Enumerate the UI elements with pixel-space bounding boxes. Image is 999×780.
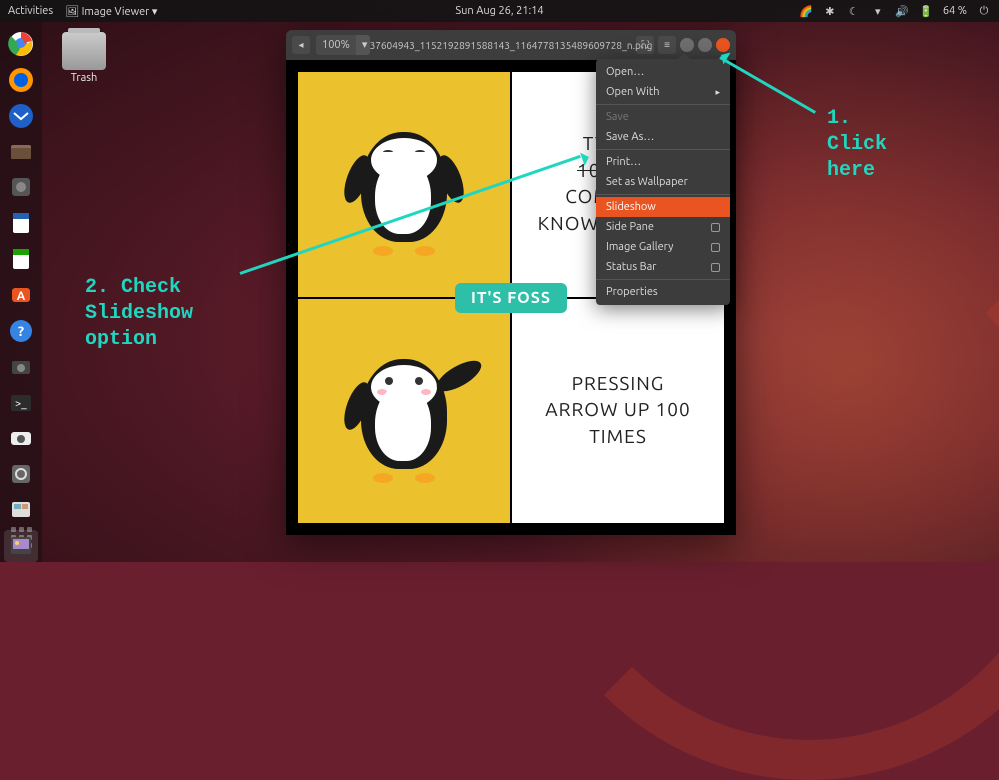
menu-slideshow[interactable]: Slideshow [596, 197, 730, 217]
trash-icon [62, 32, 106, 70]
meme-cell-bottom-right: PRESSINGARROW UP 100TIMES [512, 299, 724, 524]
hamburger-menu-popup: Open… Open With▸ Save Save As… Print… Se… [596, 59, 730, 305]
dock-settings[interactable] [4, 458, 38, 490]
menu-open-with[interactable]: Open With▸ [596, 82, 730, 102]
checkbox-icon [711, 223, 720, 232]
meme-cell-top-left [298, 72, 510, 297]
menu-properties[interactable]: Properties [596, 282, 730, 302]
ubuntu-dock: A ? >_ [0, 22, 42, 562]
watermark-badge: IT'S FOSS [455, 283, 567, 313]
trash-desktop-icon[interactable]: Trash [62, 32, 106, 84]
gnome-topbar: Activities 🖼 Image Viewer ▾ Sun Aug 26, … [0, 0, 999, 22]
dock-files[interactable] [4, 136, 38, 168]
dock-calc[interactable] [4, 243, 38, 275]
prev-button[interactable]: ◂ [292, 36, 310, 54]
hamburger-menu-button[interactable]: ≡ [658, 36, 676, 54]
activities-button[interactable]: Activities [8, 5, 53, 17]
battery-percent: 64 % [943, 5, 967, 17]
svg-text:A: A [17, 290, 26, 303]
svg-text:>_: >_ [15, 398, 27, 410]
dock-cheese[interactable] [4, 422, 38, 454]
battery-icon[interactable]: 🔋 [919, 4, 933, 18]
dock-thunderbird[interactable] [4, 100, 38, 132]
menu-open[interactable]: Open… [596, 62, 730, 82]
dock-chrome[interactable] [4, 28, 38, 60]
chevron-down-icon: ▾ [356, 35, 370, 55]
minimize-button[interactable] [680, 38, 694, 52]
dock-software[interactable]: A [4, 279, 38, 311]
window-titlebar[interactable]: ◂ 100%▾ 37604943_1152192891588143_116477… [286, 30, 736, 60]
submenu-arrow-icon: ▸ [715, 87, 720, 98]
maximize-button[interactable] [698, 38, 712, 52]
zoom-selector[interactable]: 100%▾ [316, 35, 370, 55]
svg-text:?: ? [18, 323, 24, 339]
meme-cell-bottom-left [298, 299, 510, 524]
app-menu[interactable]: 🖼 Image Viewer ▾ [65, 5, 157, 18]
dock-help[interactable]: ? [4, 315, 38, 347]
menu-print[interactable]: Print… [596, 152, 730, 172]
annotation-step2: 2. Check Slideshow option [85, 275, 193, 353]
night-icon[interactable]: ☾ [847, 4, 861, 18]
annotation-step1: 1. Click here [827, 106, 887, 184]
menu-side-pane[interactable]: Side Pane [596, 217, 730, 237]
menu-save: Save [596, 107, 730, 127]
menu-status-bar[interactable]: Status Bar [596, 257, 730, 277]
menu-image-gallery[interactable]: Image Gallery [596, 237, 730, 257]
menu-wallpaper[interactable]: Set as Wallpaper [596, 172, 730, 192]
dock-image-viewer[interactable] [4, 530, 38, 562]
network-icon[interactable]: ▾ [871, 4, 885, 18]
menu-save-as[interactable]: Save As… [596, 127, 730, 147]
window-title: 37604943_1152192891588143_11647781354896… [370, 40, 653, 51]
dock-screenshot[interactable] [4, 351, 38, 383]
checkbox-on-icon [711, 203, 720, 212]
clock[interactable]: Sun Aug 26, 21:14 [455, 5, 543, 17]
chrome-icon[interactable]: 🌈 [799, 4, 813, 18]
dock-terminal[interactable]: >_ [4, 387, 38, 419]
checkbox-icon [711, 263, 720, 272]
dock-photos[interactable] [4, 494, 38, 526]
trash-label: Trash [62, 72, 106, 84]
volume-icon[interactable]: 🔊 [895, 4, 909, 18]
puzzle-icon[interactable]: ✱ [823, 4, 837, 18]
dock-firefox[interactable] [4, 64, 38, 96]
checkbox-icon [711, 243, 720, 252]
dock-rhythmbox[interactable] [4, 171, 38, 203]
dock-writer[interactable] [4, 207, 38, 239]
power-icon[interactable]: ⏻ [977, 4, 991, 18]
